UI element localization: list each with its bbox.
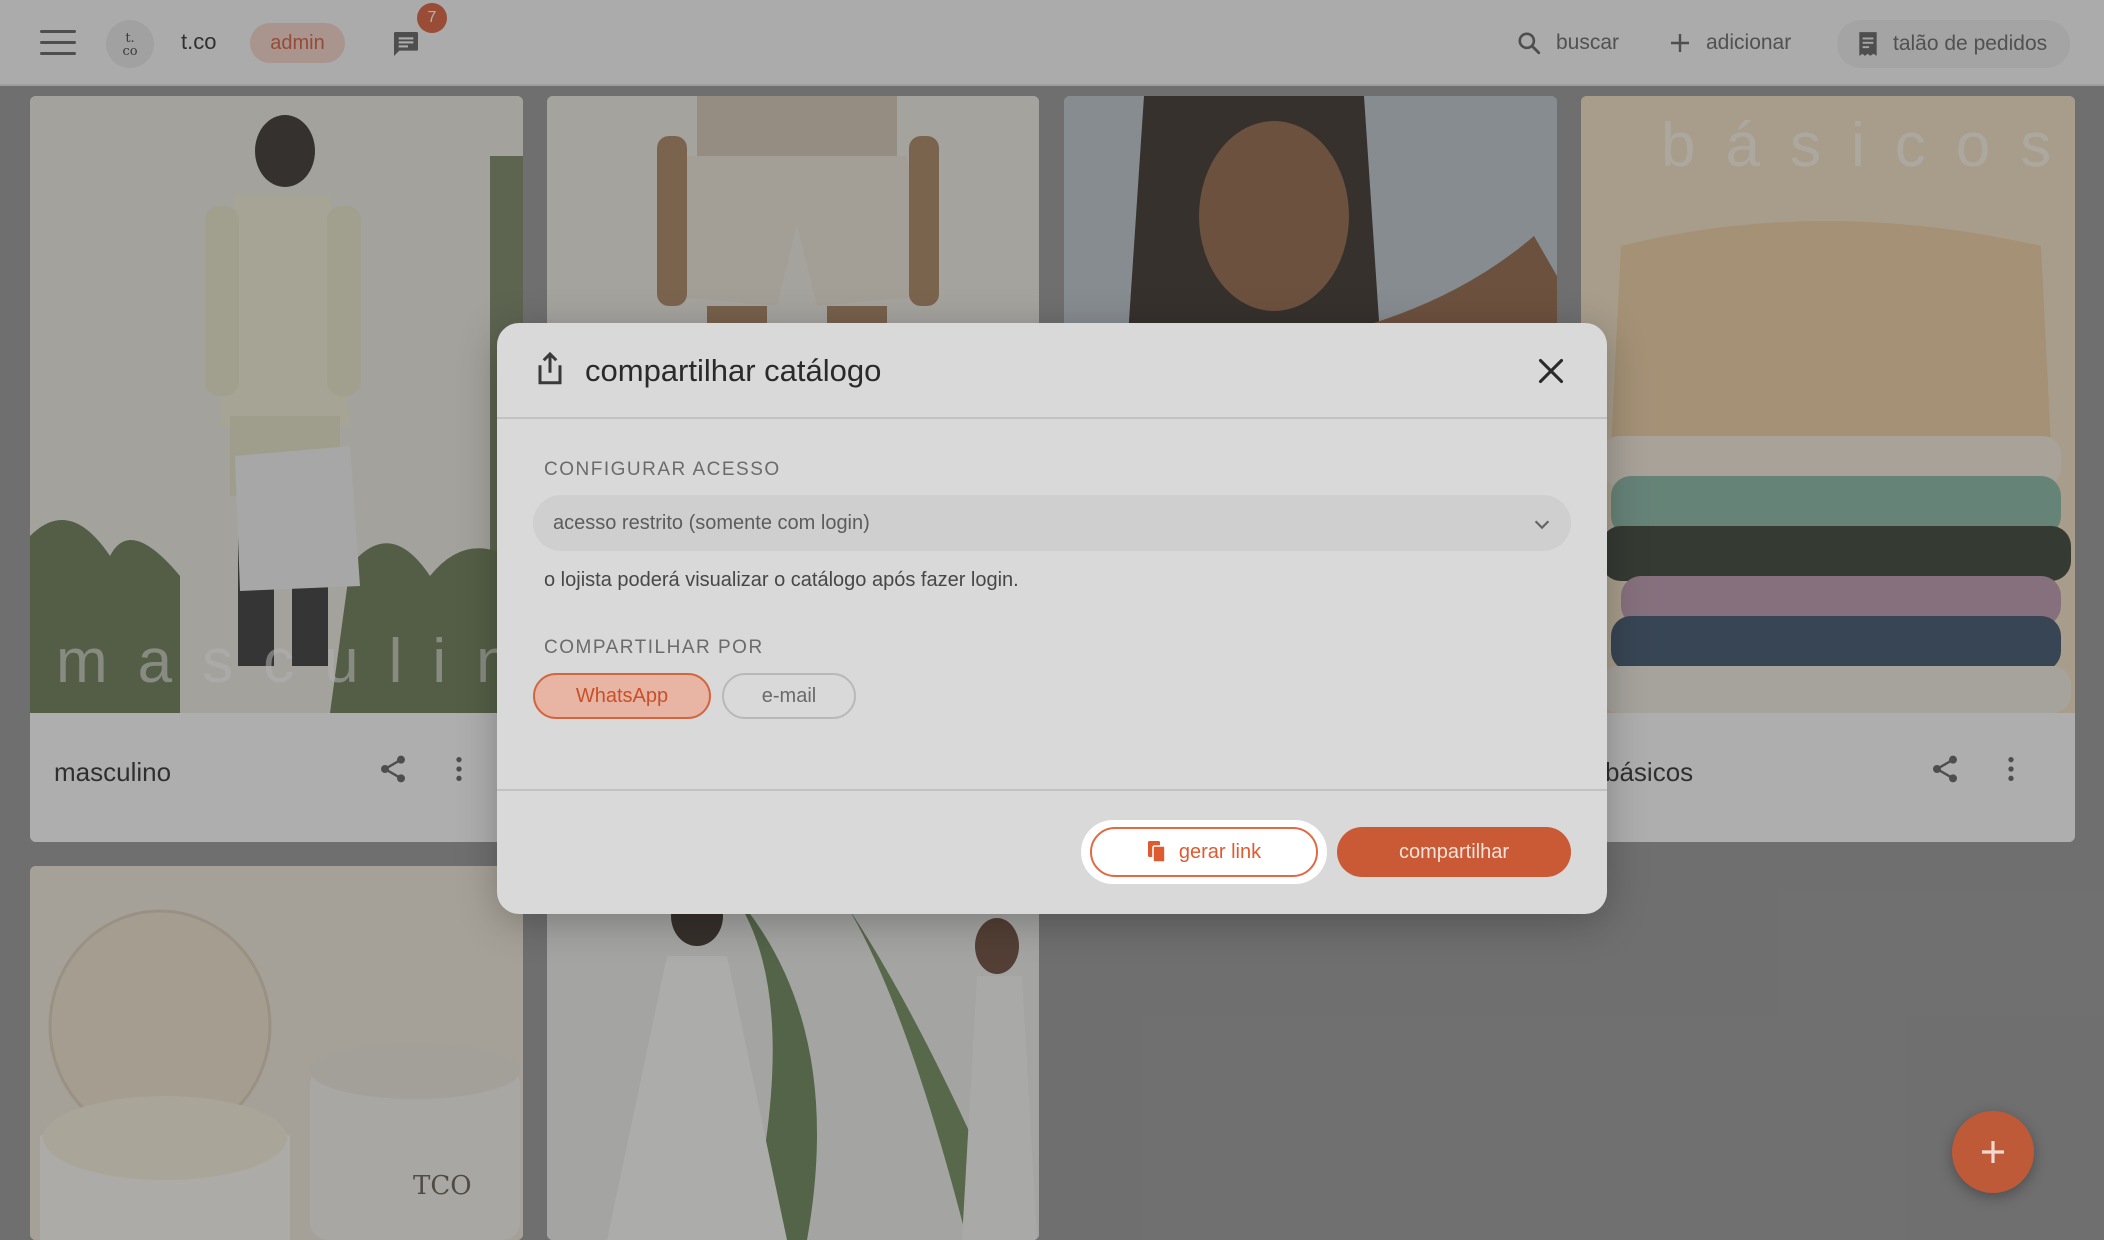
chevron-down-icon xyxy=(1534,520,1550,530)
footer-divider xyxy=(497,789,1607,791)
dialog-title: compartilhar catálogo xyxy=(585,353,882,388)
access-helper-text: o lojista poderá visualizar o catálogo a… xyxy=(544,569,1019,591)
generate-link-button[interactable]: gerar link xyxy=(1090,827,1318,877)
share-option-whatsapp[interactable]: WhatsApp xyxy=(533,673,711,719)
generate-link-label: gerar link xyxy=(1178,840,1262,863)
upload-share-icon xyxy=(538,351,562,385)
add-fab-button[interactable] xyxy=(1952,1111,2034,1193)
close-icon[interactable] xyxy=(1537,357,1565,385)
dialog-header: compartilhar catálogo xyxy=(497,323,1607,419)
share-catalog-dialog: compartilhar catálogo CONFIGURAR ACESSO … xyxy=(497,323,1607,914)
copy-document-icon xyxy=(1147,841,1166,863)
plus-icon xyxy=(1982,1141,2004,1163)
share-section-label: COMPARTILHAR POR xyxy=(544,637,764,658)
share-button[interactable]: compartilhar xyxy=(1337,827,1571,877)
access-section-label: CONFIGURAR ACESSO xyxy=(544,459,781,480)
share-option-email[interactable]: e-mail xyxy=(722,673,856,719)
access-select[interactable]: acesso restrito (somente com login) xyxy=(533,495,1571,551)
access-select-value: acesso restrito (somente com login) xyxy=(553,512,870,534)
